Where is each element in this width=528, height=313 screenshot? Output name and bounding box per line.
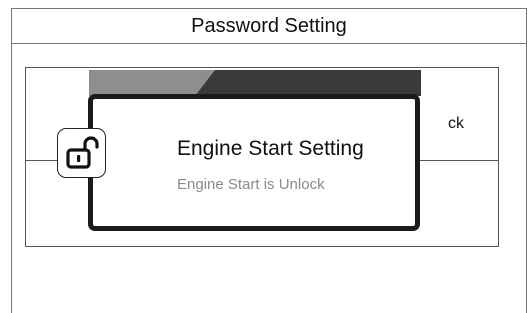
status-popup: Engine Start Setting Engine Start is Unl… <box>88 94 420 231</box>
unlock-icon <box>57 128 106 178</box>
background-row-text: ck <box>448 115 464 132</box>
unlock-icon-glyph <box>65 136 99 169</box>
popup-header-tab-dark <box>195 70 421 96</box>
popup-message: Engine Start is Unlock <box>177 176 325 193</box>
page-title: Password Setting <box>12 9 526 44</box>
popup-header-tab <box>89 70 421 96</box>
popup-title: Engine Start Setting <box>177 137 364 160</box>
